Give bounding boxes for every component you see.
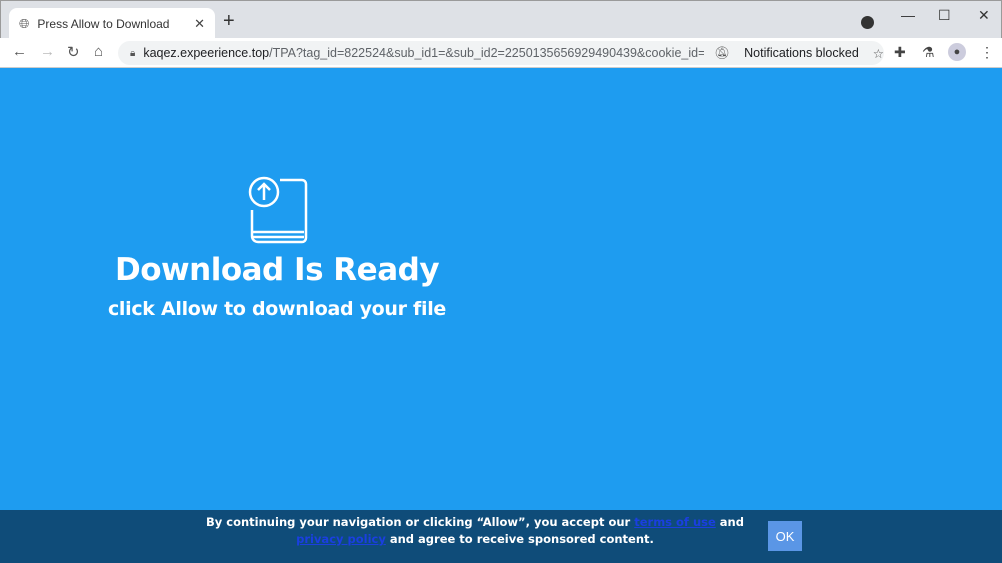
profile-icon[interactable]: ●	[948, 43, 966, 61]
tab-bar: 🌐︎ Press Allow to Download ✕ + — ☐ ✕	[0, 0, 1002, 39]
browser-tab[interactable]: 🌐︎ Press Allow to Download ✕	[9, 8, 215, 39]
labs-icon[interactable]: ⚗	[922, 44, 935, 61]
new-tab-button[interactable]: +	[223, 10, 235, 33]
lock-icon: 🔒︎	[130, 47, 136, 59]
bell-off-icon[interactable]: 🔕︎	[714, 46, 730, 61]
menu-icon[interactable]: ⋮	[980, 44, 994, 61]
reload-icon[interactable]: ↻	[67, 43, 80, 61]
back-icon[interactable]: ←	[12, 43, 27, 60]
address-bar[interactable]: 🔒︎ kaqez.expeerience.top/TPA?tag_id=8225…	[118, 41, 884, 65]
page-title: Download Is Ready	[114, 252, 440, 288]
home-icon[interactable]: ⌂	[94, 43, 103, 60]
privacy-link[interactable]: privacy policy	[296, 532, 386, 546]
book-upload-icon	[248, 176, 308, 244]
minimize-icon[interactable]: —	[901, 7, 915, 23]
tab-title: Press Allow to Download	[37, 16, 170, 31]
page-subtitle: click Allow to download your file	[107, 298, 447, 320]
consent-banner: By continuing your navigation or clickin…	[0, 510, 1002, 563]
url-text[interactable]: kaqez.expeerience.top/TPA?tag_id=822524&…	[143, 46, 704, 60]
url-host: kaqez.expeerience.top	[143, 46, 270, 60]
extensions-icon[interactable]: ✚	[894, 44, 906, 61]
close-window-icon[interactable]: ✕	[978, 7, 990, 24]
globe-icon: 🌐︎	[19, 15, 30, 31]
tab-search-icon[interactable]	[861, 16, 874, 29]
toolbar: ← → ↻ ⌂ 🔒︎ kaqez.expeerience.top/TPA?tag…	[0, 38, 1002, 68]
consent-text: By continuing your navigation or clickin…	[200, 514, 750, 548]
url-path: /TPA?tag_id=822524&sub_id1=&sub_id2=2250…	[269, 46, 705, 60]
maximize-icon[interactable]: ☐	[938, 7, 951, 24]
ok-button[interactable]: OK	[768, 521, 802, 551]
consent-text-2: and agree to receive sponsored content.	[385, 532, 654, 546]
star-icon[interactable]: ☆	[873, 46, 884, 61]
forward-icon[interactable]: →	[40, 43, 55, 60]
terms-link[interactable]: terms of use	[634, 515, 716, 529]
consent-and: and	[715, 515, 744, 529]
hero: Download Is Ready click Allow to downloa…	[0, 170, 554, 320]
notifications-blocked[interactable]: Notifications blocked	[744, 46, 859, 60]
tab-close-icon[interactable]: ✕	[194, 16, 205, 32]
consent-text-1: By continuing your navigation or clickin…	[206, 515, 635, 529]
